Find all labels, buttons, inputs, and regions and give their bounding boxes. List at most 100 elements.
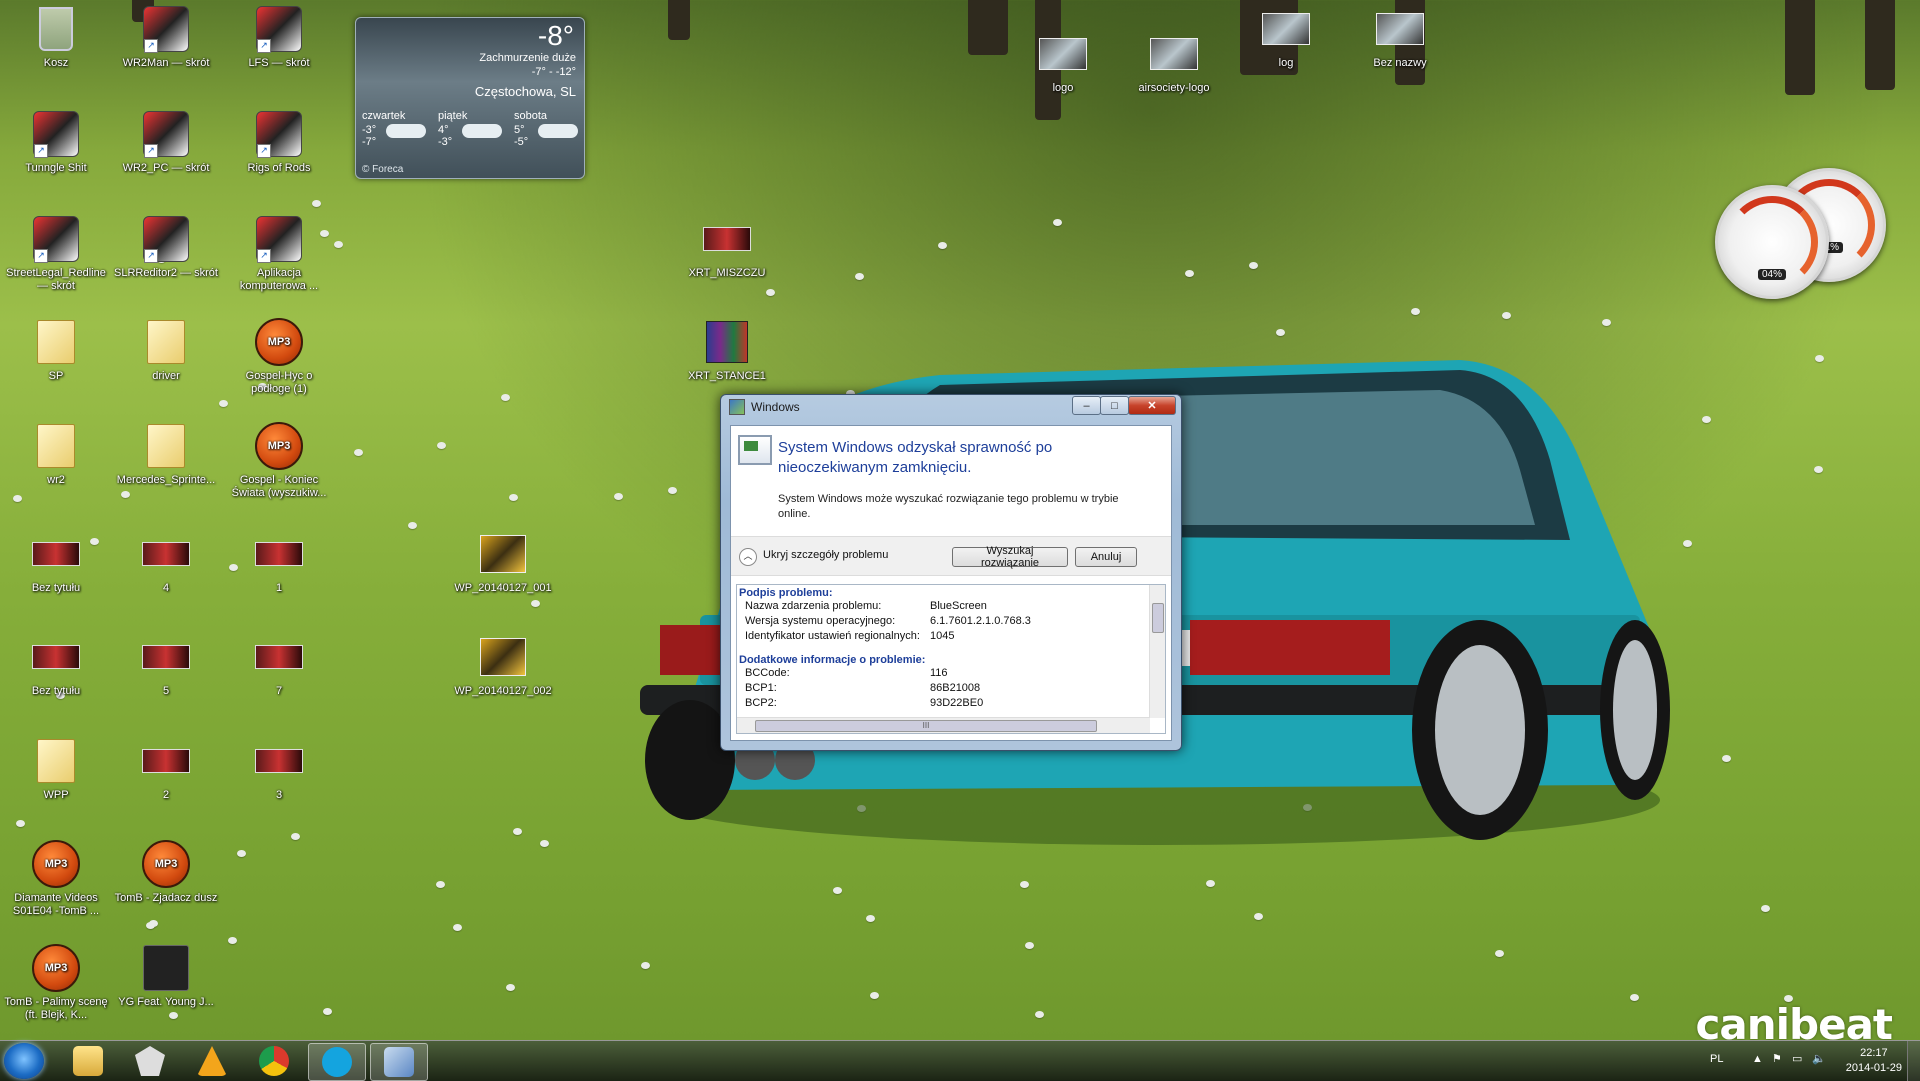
maximize-button[interactable]: □ (1100, 396, 1129, 415)
desktop-icon[interactable]: ↗ WR2_PC — skrót (112, 110, 220, 175)
desktop-icon[interactable]: ↗ Tunngle Shit (2, 110, 110, 175)
desktop-icon-label: Bez nazwy (1373, 57, 1427, 69)
desktop-icon[interactable]: WP_20140127_002 (449, 633, 557, 698)
desktop-icon[interactable]: MP3 TomB - Palimy scenę (ft. Blejk, K... (2, 944, 110, 1022)
wallpaper-tree (1785, 0, 1815, 95)
clock[interactable]: 22:17 2014-01-29 (1846, 1046, 1902, 1076)
desktop-icon[interactable]: XRT_MISZCZU (673, 215, 781, 280)
desktop-icon[interactable]: log (1232, 5, 1340, 70)
golf-ball (1495, 950, 1504, 957)
forecast-low: -7° (362, 136, 377, 148)
desktop-icon-label: 1 (275, 582, 283, 594)
shortcut-arrow-icon: ↗ (257, 39, 271, 53)
desktop-icon[interactable]: Bez tytułu (2, 530, 110, 595)
taskbar-skype[interactable] (308, 1043, 366, 1081)
desktop-icon[interactable]: WP_20140127_001 (449, 530, 557, 595)
desktop-icon[interactable]: 1 (225, 530, 333, 595)
desktop-icon[interactable]: Bez tytułu (2, 633, 110, 698)
desktop-icon[interactable]: Bez nazwy (1346, 5, 1454, 70)
desktop-icon[interactable]: YG Feat. Young J... (112, 944, 220, 1009)
windows-app-icon (729, 399, 745, 415)
desktop-icon[interactable]: WPP (2, 737, 110, 802)
desktop-icon[interactable]: 4 (112, 530, 220, 595)
scrollbar-thumb[interactable]: III (755, 720, 1097, 732)
details-key: BCP2: (745, 697, 777, 709)
folder-icon-glyph (37, 424, 75, 468)
hide-details-toggle[interactable]: Ukryj szczegóły problemu (763, 549, 888, 561)
details-row: BCP2: 93D22BE0 (737, 696, 1165, 711)
golf-ball (509, 494, 518, 501)
desktop-icon[interactable]: 3 (225, 737, 333, 802)
desktop-icon[interactable]: ↗ Rigs of Rods (225, 110, 333, 175)
show-desktop-button[interactable] (1907, 1041, 1920, 1081)
language-indicator[interactable]: PL (1710, 1053, 1723, 1065)
skype-icon (322, 1047, 352, 1077)
cancel-button[interactable]: Anuluj (1075, 547, 1137, 567)
mp3-icon-glyph: MP3 (142, 840, 190, 888)
show-hidden-icons[interactable]: ▲ (1752, 1053, 1763, 1065)
desktop-icon[interactable]: SP (2, 318, 110, 383)
desktop-icon[interactable]: ↗ SLRReditor2 — skrót (112, 215, 220, 280)
desktop-icon-label: XRT_STANCE1 (688, 370, 766, 382)
desktop-icon[interactable]: driver (112, 318, 220, 383)
desktop-icon[interactable]: ↗ Aplikacja komputerowa ... (225, 215, 333, 293)
taskbar-explorer[interactable] (60, 1043, 116, 1079)
desktop-icon[interactable]: 7 (225, 633, 333, 698)
close-button[interactable]: ✕ (1128, 396, 1176, 415)
minimize-button[interactable]: – (1072, 396, 1101, 415)
desktop-icon[interactable]: XRT_STANCE1 (673, 318, 781, 383)
golf-ball (1025, 942, 1034, 949)
desktop-icon[interactable]: ↗ StreetLegal_Redline — skrót (2, 215, 110, 293)
golf-ball (1602, 319, 1611, 326)
horizontal-scrollbar[interactable]: III (737, 717, 1150, 733)
action-center-icon[interactable]: ⚑ (1772, 1052, 1782, 1065)
search-solution-button[interactable]: Wyszukaj rozwiązanie (952, 545, 1068, 569)
window-controls: – □ ✕ (1072, 396, 1176, 415)
desktop-icon[interactable]: logo (1009, 30, 1117, 95)
desktop-icon[interactable]: MP3 Gospel-Hyc o podłoge (1) (225, 318, 333, 396)
weather-city: Częstochowa, SL (474, 84, 576, 99)
taskbar-windows-error[interactable] (370, 1043, 428, 1081)
scrollbar-thumb[interactable] (1152, 603, 1164, 633)
desktop-icon[interactable]: 5 (112, 633, 220, 698)
start-button[interactable] (4, 1043, 44, 1079)
desktop-icon[interactable]: airsociety-logo (1120, 30, 1228, 95)
image-icon (1376, 5, 1424, 53)
forecast-day-name: piątek (438, 110, 468, 122)
golf-ball (437, 442, 446, 449)
desktop-icon[interactable]: 2 (112, 737, 220, 802)
desktop-icon[interactable]: wr2 (2, 422, 110, 487)
golf-ball (938, 242, 947, 249)
desktop-icon[interactable]: Kosz (2, 5, 110, 70)
shortcut-arrow-icon: ↗ (144, 144, 158, 158)
clock-time: 22:17 (1860, 1047, 1888, 1059)
weather-gadget[interactable]: -8° Zachmurzenie duże -7° - -12° Częstoc… (355, 17, 585, 179)
desktop-icon[interactable]: MP3 TomB - Zjadacz dusz (112, 840, 220, 905)
image-icon (255, 530, 303, 578)
dialog-body: System Windows odzyskał sprawność po nie… (730, 425, 1172, 741)
golf-ball (354, 449, 363, 456)
golf-ball (1683, 540, 1692, 547)
golf-ball (1722, 755, 1731, 762)
problem-details[interactable]: Podpis problemu: Nazwa zdarzenia problem… (736, 584, 1166, 734)
details-value: 93D22BE0 (930, 697, 984, 709)
vertical-scrollbar[interactable] (1149, 585, 1165, 718)
volume-icon[interactable]: 🔈 (1812, 1052, 1826, 1065)
desktop-icon[interactable]: MP3 Gospel - Koniec Świata (wyszukiw... (225, 422, 333, 500)
chevron-up-icon[interactable]: ︿ (739, 548, 757, 566)
desktop-icon[interactable]: Mercedes_Sprinte... (112, 422, 220, 487)
taskbar: PL ▲ ⚑ ▭ 🔈 22:17 2014-01-29 (0, 1040, 1920, 1081)
cpu-gauge[interactable]: 04% (1715, 185, 1829, 299)
taskbar-foobar[interactable] (122, 1043, 178, 1079)
desktop-icon[interactable]: ↗ LFS — skrót (225, 5, 333, 70)
desktop-icon-label: WP_20140127_001 (454, 582, 552, 594)
taskbar-origin[interactable] (184, 1043, 240, 1079)
desktop-icon[interactable]: ↗ WR2Man — skrót (112, 5, 220, 70)
dialog-text: System Windows może wyszukać rozwiązanie… (778, 493, 1119, 520)
taskbar-chrome[interactable] (246, 1043, 302, 1079)
network-icon[interactable]: ▭ (1792, 1052, 1802, 1065)
details-row: Wersja systemu operacyjnego: 6.1.7601.2.1… (737, 614, 1165, 629)
desktop-icon[interactable]: MP3 Diamante Videos S01E04 -TomB ... (2, 840, 110, 918)
mp3-icon: MP3 (255, 422, 303, 470)
weather-source: © Foreca (362, 164, 404, 175)
